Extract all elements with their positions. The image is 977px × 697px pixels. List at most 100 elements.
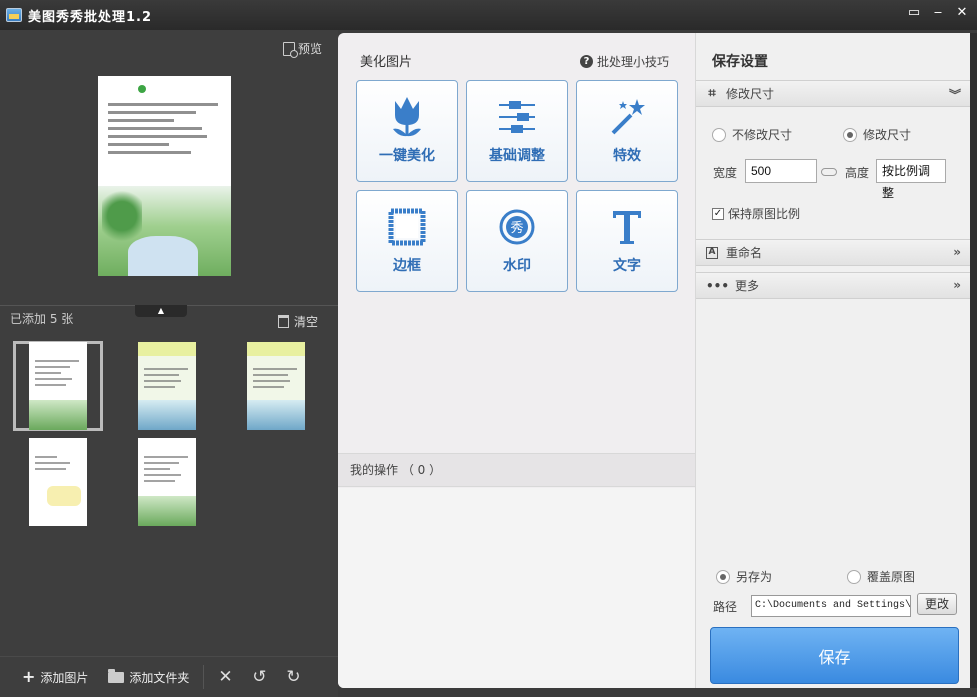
- path-label: 路径: [713, 600, 738, 614]
- text-icon: [577, 199, 677, 255]
- collapse-preview-button[interactable]: ▲: [135, 305, 187, 317]
- operations-list: [338, 488, 695, 688]
- beautify-panel: 美化图片 ? 批处理小技巧 一键美化 基础调整 特效 边框 秀 水印 文字 我的…: [338, 33, 695, 688]
- overwrite-radio[interactable]: 覆盖原图: [847, 568, 915, 585]
- chevron-right-icon: »: [953, 245, 961, 259]
- thumbnail-3[interactable]: [231, 341, 321, 431]
- svg-text:秀: 秀: [510, 221, 523, 236]
- add-folder-button[interactable]: 添加文件夹: [98, 668, 199, 686]
- crop-icon: ⌗: [708, 85, 716, 101]
- tool-basic-adjust[interactable]: 基础调整: [466, 80, 568, 182]
- tool-label: 水印: [503, 258, 531, 274]
- rename-icon: A: [706, 246, 718, 259]
- large-preview-image: [98, 76, 231, 276]
- save-label: 保存: [818, 647, 851, 667]
- toolbar-separator: [203, 665, 205, 689]
- add-image-label: 添加图片: [40, 670, 89, 685]
- add-folder-label: 添加文件夹: [129, 670, 190, 685]
- tool-label: 文字: [613, 258, 641, 274]
- resize-header-label: 修改尺寸: [726, 87, 775, 101]
- chevron-right-icon: »: [953, 278, 961, 292]
- no-resize-radio[interactable]: 不修改尺寸: [712, 126, 792, 143]
- folder-icon: [108, 668, 125, 683]
- tips-link[interactable]: ? 批处理小技巧: [579, 53, 669, 70]
- rotate-right-icon[interactable]: ↻: [276, 667, 310, 687]
- thumbnail-page: [138, 438, 196, 526]
- width-input[interactable]: 500: [745, 159, 817, 183]
- thumbnail-2[interactable]: [122, 341, 212, 431]
- magic-wand-icon: [577, 89, 677, 145]
- checkbox-checked: ✓: [712, 207, 724, 220]
- delete-icon[interactable]: ✕: [208, 667, 242, 687]
- change-path-button[interactable]: 更改: [917, 593, 957, 615]
- resize-label: 修改尺寸: [863, 128, 912, 142]
- radio-dot-selected: [716, 569, 730, 584]
- tool-label: 特效: [613, 148, 641, 164]
- link-icon[interactable]: [821, 168, 837, 176]
- rename-header-label: 重命名: [726, 246, 763, 260]
- tool-effects[interactable]: 特效: [576, 80, 678, 182]
- clear-button[interactable]: 清空: [277, 313, 318, 330]
- no-resize-label: 不修改尺寸: [732, 128, 793, 142]
- lesson-badge: [138, 85, 146, 93]
- save-as-label: 另存为: [736, 570, 773, 584]
- app-icon: [6, 8, 22, 22]
- image-list-panel: 预览 ▲ 已添加 5 张 清空 + 添加图片 添加文件夹 ✕ ↺ ↻: [0, 30, 338, 697]
- resize-section-header[interactable]: ⌗ 修改尺寸 ︾: [696, 80, 971, 107]
- tool-one-click-beautify[interactable]: 一键美化: [356, 80, 458, 182]
- trash-icon: [277, 315, 289, 328]
- rotate-left-icon[interactable]: ↺: [242, 667, 276, 687]
- rename-section-header[interactable]: A 重命名 »: [696, 239, 971, 266]
- tool-frame[interactable]: 边框: [356, 190, 458, 292]
- radio-dot-selected: [843, 127, 857, 142]
- tool-label: 一键美化: [379, 148, 435, 164]
- radio-dot: [847, 569, 861, 584]
- preview-icon: [282, 41, 298, 58]
- close-button[interactable]: ✕: [953, 4, 971, 22]
- chevron-down-icon: ︾: [948, 88, 961, 102]
- more-dots-icon: •••: [706, 278, 730, 293]
- watermark-stamp-icon: 秀: [467, 199, 567, 255]
- tulip-icon: [357, 89, 457, 145]
- height-input[interactable]: 按比例调整: [876, 159, 946, 200]
- my-operations-header: 我的操作 （ 0 ）: [338, 453, 695, 487]
- save-as-radio[interactable]: 另存为: [716, 568, 772, 585]
- thumbnail-page: [29, 438, 87, 526]
- height-label: 高度: [845, 166, 870, 180]
- save-settings-title: 保存设置: [712, 54, 768, 70]
- minimize-button[interactable]: ‒: [929, 4, 947, 22]
- thumbnail-4[interactable]: [13, 437, 103, 527]
- thumbnail-5[interactable]: [122, 437, 212, 527]
- thumbnail-page: [138, 342, 196, 430]
- window-title: 美图秀秀批处理1.2: [28, 9, 153, 25]
- width-label: 宽度: [713, 166, 738, 180]
- save-button[interactable]: 保存: [710, 627, 959, 684]
- thumbnail-page: [247, 342, 305, 430]
- feedback-icon[interactable]: ▭: [905, 4, 923, 22]
- preview-illustration: [98, 186, 231, 276]
- added-count-label: 已添加 5 张: [10, 312, 74, 326]
- overwrite-label: 覆盖原图: [867, 570, 916, 584]
- more-header-label: 更多: [735, 279, 760, 293]
- thumbnail-page: [29, 342, 87, 430]
- tool-watermark[interactable]: 秀 水印: [466, 190, 568, 292]
- clear-label: 清空: [293, 315, 318, 329]
- preview-text-lines: [108, 98, 218, 159]
- path-input[interactable]: C:\Documents and Settings\: [751, 595, 911, 617]
- add-image-button[interactable]: + 添加图片: [0, 669, 98, 686]
- title-bar: 美图秀秀批处理1.2 ▭ ‒ ✕: [0, 0, 977, 30]
- window-controls: ▭ ‒ ✕: [905, 4, 971, 22]
- plus-icon: +: [22, 667, 36, 686]
- keep-ratio-checkbox[interactable]: ✓ 保持原图比例: [712, 205, 800, 222]
- keep-ratio-label: 保持原图比例: [728, 207, 801, 221]
- tool-label: 基础调整: [489, 148, 545, 164]
- frame-icon: [357, 199, 457, 255]
- resize-radio[interactable]: 修改尺寸: [843, 126, 911, 143]
- tool-text[interactable]: 文字: [576, 190, 678, 292]
- preview-label: 预览: [297, 42, 322, 56]
- preview-button[interactable]: 预览: [282, 40, 322, 58]
- thumbnail-1[interactable]: [13, 341, 103, 431]
- tips-label: 批处理小技巧: [596, 55, 669, 69]
- more-section-header[interactable]: ••• 更多 »: [696, 272, 971, 299]
- sliders-icon: [467, 89, 567, 145]
